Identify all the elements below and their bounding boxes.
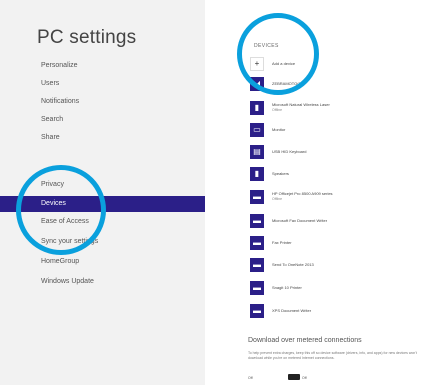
device-name: Monitor: [272, 126, 286, 132]
add-device-button[interactable]: + Add a device: [250, 55, 295, 72]
nav-item-users[interactable]: Users: [0, 76, 205, 92]
device-name: Snagit 10 Printer: [272, 284, 302, 290]
plus-icon: +: [250, 56, 264, 71]
device-item[interactable]: ▮ Microsoft Natural Wireless Laser Offli…: [250, 99, 330, 116]
printer-icon: ▬: [250, 280, 264, 295]
nav-item-search[interactable]: Search: [0, 112, 205, 128]
metered-download-toggle[interactable]: [288, 374, 300, 380]
nav-item-personalize[interactable]: Personalize: [0, 58, 205, 74]
nav-item-windows-update[interactable]: Windows Update: [0, 274, 205, 290]
nav-item-devices[interactable]: Devices: [0, 196, 205, 212]
nav-item-sync-settings[interactable]: Sync your settings: [0, 234, 205, 250]
device-item[interactable]: ▬ Send To OneNote 2013: [250, 256, 314, 273]
nav-item-ease-of-access[interactable]: Ease of Access: [0, 214, 205, 230]
nav-item-homegroup[interactable]: HomeGroup: [0, 254, 205, 270]
monitor-icon: ▭: [250, 122, 264, 137]
metered-download-description: To help prevent extra charges, keep this…: [248, 351, 417, 360]
printer-icon: ▬: [250, 303, 264, 318]
keyboard-icon: ▤: [250, 144, 264, 159]
device-item[interactable]: ◢ ZEBRAMOTO(2): [250, 75, 302, 92]
device-name: Send To OneNote 2013: [272, 261, 314, 267]
page-title: PC settings: [37, 27, 137, 48]
navigation-pane: PC settings Personalize Users Notificati…: [0, 0, 205, 385]
device-item[interactable]: ▬ XPS Document Writer: [250, 302, 311, 319]
add-device-label: Add a device: [272, 60, 296, 66]
device-name: ZEBRAMOTO(2): [272, 80, 303, 86]
printer-icon: ▬: [250, 189, 264, 204]
printer-icon: ▬: [250, 235, 264, 250]
device-item[interactable]: ▮ Speakers: [250, 165, 289, 182]
printer-icon: ▬: [250, 213, 264, 228]
device-item[interactable]: ▭ Monitor: [250, 121, 285, 138]
device-status: Offline: [272, 197, 283, 201]
device-item[interactable]: ▬ Fax Printer: [250, 234, 292, 251]
device-name: XPS Document Writer: [272, 307, 312, 313]
device-item[interactable]: ▬ Snagit 10 Printer: [250, 279, 302, 296]
metered-download-toggle-state: Off: [302, 376, 307, 380]
keyboard-icon: ▮: [250, 100, 264, 115]
metered-download-toggle-label: Off: [248, 376, 253, 380]
device-status: Offline: [272, 108, 283, 112]
device-item[interactable]: ▬ Microsoft Fax Document Writer: [250, 212, 327, 229]
speaker-icon: ◢: [250, 76, 264, 91]
device-name: Fax Printer: [272, 239, 292, 245]
device-name: Microsoft Fax Document Writer: [272, 217, 328, 223]
devices-heading: DEVICES: [254, 43, 279, 49]
nav-item-notifications[interactable]: Notifications: [0, 94, 205, 110]
device-name: Speakers: [272, 170, 289, 176]
device-item[interactable]: ▤ USB HID Keyboard: [250, 143, 306, 160]
device-name: USB HID Keyboard: [272, 148, 307, 154]
speaker-icon: ▮: [250, 166, 264, 181]
printer-icon: ▬: [250, 257, 264, 272]
nav-item-privacy[interactable]: Privacy: [0, 177, 205, 193]
device-item[interactable]: ▬ HP Officejet Pro 8500 A909 series Offl…: [250, 188, 333, 205]
nav-item-share[interactable]: Share: [0, 130, 205, 146]
metered-download-title: Download over metered connections: [248, 337, 362, 344]
